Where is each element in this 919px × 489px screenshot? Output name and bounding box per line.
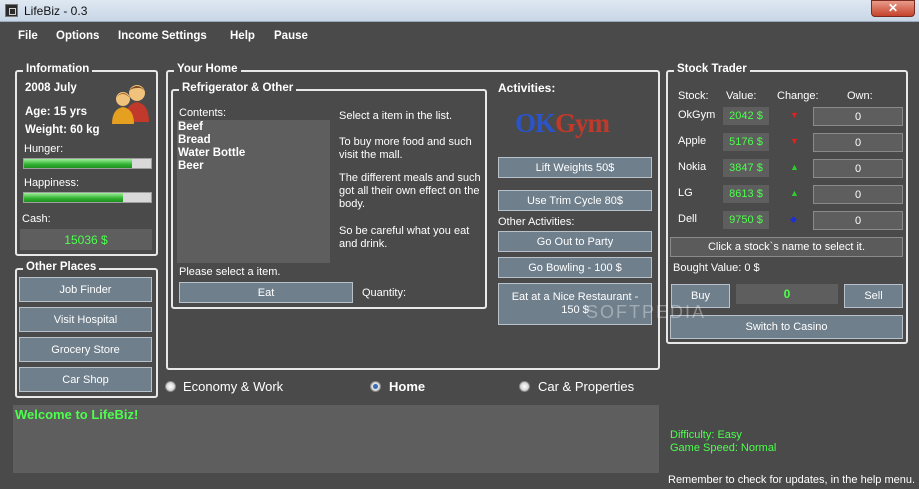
stock-value-2: 3847 $ bbox=[723, 159, 769, 177]
information-title: Information bbox=[23, 63, 93, 75]
bought-value: Bought Value: 0 $ bbox=[673, 262, 760, 274]
happiness-label: Happiness: bbox=[24, 177, 80, 189]
stock-name-4[interactable]: Dell bbox=[678, 213, 697, 225]
stock-name-3[interactable]: LG bbox=[678, 187, 693, 199]
stock-value-0: 2042 $ bbox=[723, 107, 769, 125]
stock-trader-title: Stock Trader bbox=[674, 63, 750, 75]
stock-change-icon-4: ◆ bbox=[790, 214, 797, 224]
title-bar: LifeBiz - 0.3 ✕ bbox=[0, 0, 919, 22]
tab-home-label[interactable]: Home bbox=[389, 379, 425, 394]
help-text-careful: So be careful what you eat and drink. bbox=[339, 225, 470, 250]
message-log: Welcome to LifeBiz! bbox=[13, 405, 659, 473]
trade-amount-field[interactable]: 0 bbox=[736, 284, 838, 304]
stock-hint: Click a stock`s name to select it. bbox=[670, 237, 903, 257]
stock-value-1: 5176 $ bbox=[723, 133, 769, 151]
update-note: Remember to check for updates, in the he… bbox=[668, 474, 916, 486]
car-shop-button[interactable]: Car Shop bbox=[19, 367, 152, 392]
tab-economy-radio[interactable] bbox=[165, 381, 176, 392]
okgym-logo: OKGym bbox=[515, 108, 610, 138]
trim-cycle-button[interactable]: Use Trim Cycle 80$ bbox=[498, 190, 652, 211]
cash-label: Cash: bbox=[22, 213, 51, 225]
happiness-bar-fill bbox=[24, 193, 124, 202]
menu-help[interactable]: Help bbox=[230, 30, 255, 42]
list-item[interactable]: Beef bbox=[178, 121, 329, 134]
stock-own-3[interactable]: 0 bbox=[813, 185, 903, 204]
hunger-label: Hunger: bbox=[24, 143, 64, 155]
your-home-title: Your Home bbox=[174, 63, 241, 75]
stock-own-4[interactable]: 0 bbox=[813, 211, 903, 230]
quantity-label: Quantity: bbox=[362, 287, 407, 299]
list-item[interactable]: Bread bbox=[178, 134, 329, 147]
tab-home-radio[interactable] bbox=[370, 381, 381, 392]
lift-weights-button[interactable]: Lift Weights 50$ bbox=[498, 157, 652, 178]
job-finder-button[interactable]: Job Finder bbox=[19, 277, 152, 302]
menu-file[interactable]: File bbox=[18, 30, 38, 42]
list-item[interactable]: Beer bbox=[178, 160, 329, 173]
list-item[interactable]: Water Bottle bbox=[178, 147, 329, 160]
stock-header-own: Own: bbox=[847, 90, 873, 102]
stock-change-icon-0: ▼ bbox=[790, 110, 799, 120]
menu-pause[interactable]: Pause bbox=[274, 30, 308, 42]
help-text-select: Select a item in the list. bbox=[339, 110, 453, 122]
stock-value-3: 8613 $ bbox=[723, 185, 769, 203]
age-label: Age: 15 yrs bbox=[25, 106, 88, 118]
difficulty-label: Difficulty: Easy bbox=[670, 429, 742, 441]
help-text-mall: To buy more food and such visit the mall… bbox=[339, 136, 472, 161]
game-speed-label: Game Speed: Normal bbox=[670, 442, 777, 454]
cash-display: 15036 $ bbox=[20, 229, 152, 250]
weight-label: Weight: 60 kg bbox=[25, 124, 100, 136]
watermark: SOFTPEDIA bbox=[586, 302, 707, 322]
current-date: 2008 July bbox=[25, 82, 77, 94]
app-icon bbox=[5, 4, 18, 17]
stock-change-icon-3: ▲ bbox=[790, 188, 799, 198]
happiness-bar bbox=[23, 192, 152, 203]
stock-header-value: Value: bbox=[726, 90, 757, 102]
window-title: LifeBiz - 0.3 bbox=[24, 4, 88, 18]
grocery-store-button[interactable]: Grocery Store bbox=[19, 337, 152, 362]
stock-name-2[interactable]: Nokia bbox=[678, 161, 706, 173]
other-activities-title: Other Activities: bbox=[498, 216, 575, 228]
select-prompt: Please select a item. bbox=[179, 266, 281, 278]
hunger-bar-fill bbox=[24, 159, 132, 168]
hunger-bar bbox=[23, 158, 152, 169]
menu-income-settings[interactable]: Income Settings bbox=[118, 30, 207, 42]
stock-name-1[interactable]: Apple bbox=[678, 135, 706, 147]
close-button[interactable]: ✕ bbox=[871, 0, 915, 17]
stock-own-1[interactable]: 0 bbox=[813, 133, 903, 152]
refrigerator-title: Refrigerator & Other bbox=[179, 82, 297, 94]
stock-own-0[interactable]: 0 bbox=[813, 107, 903, 126]
tab-car-properties-label[interactable]: Car & Properties bbox=[538, 379, 634, 394]
help-text-effects: The different meals and such got all the… bbox=[339, 172, 481, 210]
welcome-message: Welcome to LifeBiz! bbox=[15, 407, 139, 422]
activities-title: Activities: bbox=[498, 81, 556, 95]
contents-list[interactable]: Beef Bread Water Bottle Beer bbox=[177, 120, 330, 263]
other-places-title: Other Places bbox=[23, 261, 100, 273]
visit-hospital-button[interactable]: Visit Hospital bbox=[19, 307, 152, 332]
menu-bar: File Options Income Settings Help Pause bbox=[0, 22, 919, 50]
stock-header-stock: Stock: bbox=[678, 90, 709, 102]
stock-header-change: Change: bbox=[777, 90, 819, 102]
tab-economy-label[interactable]: Economy & Work bbox=[183, 379, 283, 394]
go-bowling-button[interactable]: Go Bowling - 100 $ bbox=[498, 257, 652, 278]
stock-change-icon-1: ▼ bbox=[790, 136, 799, 146]
contents-label: Contents: bbox=[179, 107, 227, 119]
tab-car-properties-radio[interactable] bbox=[519, 381, 530, 392]
sell-button[interactable]: Sell bbox=[844, 284, 903, 308]
stock-name-0[interactable]: OkGym bbox=[678, 109, 715, 121]
stock-value-4: 9750 $ bbox=[723, 211, 769, 229]
stock-own-2[interactable]: 0 bbox=[813, 159, 903, 178]
stock-change-icon-2: ▲ bbox=[790, 162, 799, 172]
eat-button[interactable]: Eat bbox=[179, 282, 353, 303]
menu-options[interactable]: Options bbox=[56, 30, 99, 42]
go-out-party-button[interactable]: Go Out to Party bbox=[498, 231, 652, 252]
people-icon bbox=[112, 85, 149, 124]
